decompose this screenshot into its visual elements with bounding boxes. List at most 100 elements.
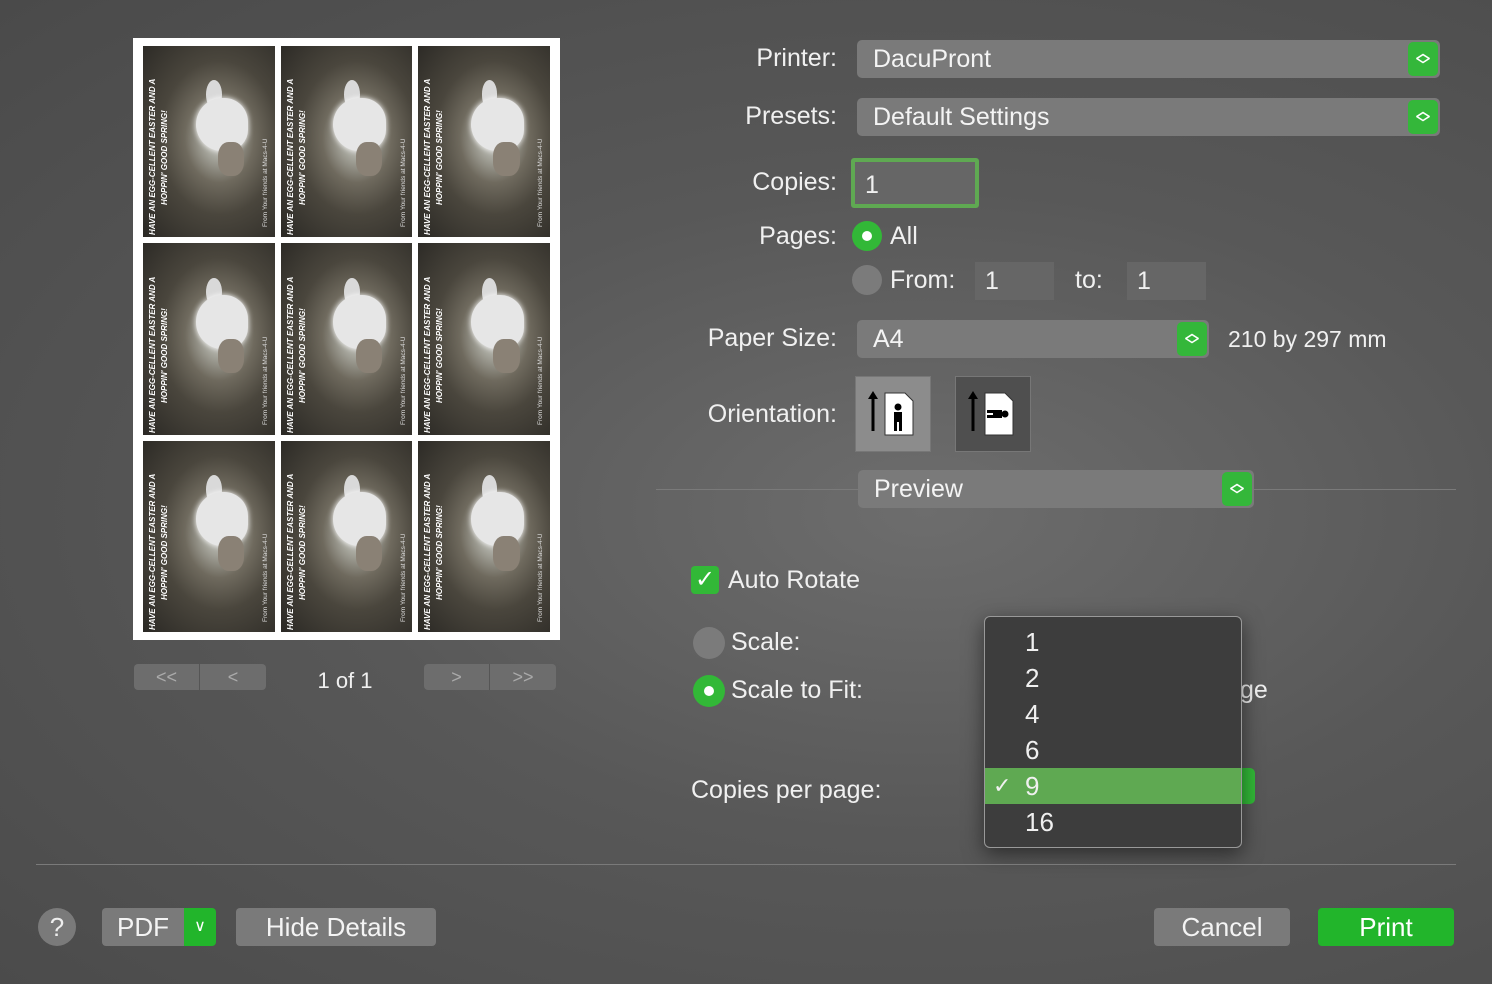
menu-item-6[interactable]: 6 bbox=[985, 732, 1241, 768]
paper-size-select[interactable]: A4 ︿ ﹀ bbox=[857, 320, 1209, 358]
pages-to-label: to: bbox=[1075, 266, 1103, 294]
pages-all-label: All bbox=[890, 222, 918, 250]
printer-select[interactable]: DacuPront ︿ ﹀ bbox=[857, 40, 1440, 78]
pages-from-input[interactable]: 1 bbox=[975, 262, 1054, 300]
auto-rotate-label: Auto Rotate bbox=[728, 566, 861, 594]
presets-label: Presets: bbox=[745, 102, 837, 130]
last-page-button[interactable]: >> bbox=[490, 664, 556, 690]
tile-text-sub: HOPPIN' GOOD SPRING! bbox=[435, 307, 445, 403]
pages-label: Pages: bbox=[759, 222, 837, 250]
menu-item-2[interactable]: 2 bbox=[985, 660, 1241, 696]
presets-select[interactable]: Default Settings ︿ ﹀ bbox=[857, 98, 1440, 136]
preview-nav-forward-group: > >> bbox=[424, 664, 556, 690]
preview-nav-back-group: << < bbox=[134, 664, 266, 690]
pages-to-input[interactable]: 1 bbox=[1127, 262, 1206, 300]
tile-text-sub: HOPPIN' GOOD SPRING! bbox=[160, 307, 169, 403]
page-indicator: 1 of 1 bbox=[317, 668, 373, 693]
landscape-icon bbox=[968, 391, 1014, 436]
menu-item-16[interactable]: 16 bbox=[985, 804, 1241, 840]
orientation-label: Orientation: bbox=[707, 400, 837, 428]
menu-item-1[interactable]: 1 bbox=[985, 624, 1241, 660]
tile-text-main: HAVE AN EGG-CELLENT EASTER AND A bbox=[148, 79, 157, 236]
scale-to-fit-label: Scale to Fit: bbox=[731, 676, 863, 704]
paper-size-label: Paper Size: bbox=[707, 324, 837, 352]
copies-input[interactable]: 1 bbox=[851, 158, 979, 208]
scale-to-fit-radio[interactable] bbox=[693, 675, 725, 707]
pages-from-label: From: bbox=[890, 266, 956, 294]
checkmark-icon: ✓ bbox=[993, 773, 1012, 798]
help-button[interactable]: ? bbox=[38, 908, 76, 946]
paper-dimensions: 210 by 297 mm bbox=[1228, 326, 1387, 352]
presets-select-stepper-icon: ︿ ﹀ bbox=[1408, 100, 1438, 134]
copies-per-page-label: Copies per page: bbox=[691, 776, 882, 804]
bunny-leg bbox=[355, 141, 383, 177]
bunny-leg bbox=[355, 338, 383, 374]
tile-text-main: HAVE AN EGG-CELLENT EASTER AND A bbox=[423, 276, 433, 433]
tile-text-credit: From Your friends at Macs-4-U bbox=[399, 533, 407, 622]
preview-sheet: HAVE AN EGG-CELLENT EASTER AND A HOPPIN' … bbox=[143, 46, 550, 632]
copies-per-page-menu: 1 2 4 6 ✓ 9 16 bbox=[984, 616, 1242, 848]
preview-tile: HAVE AN EGG-CELLENT EASTER AND A HOPPIN' … bbox=[280, 243, 413, 435]
bunny-leg bbox=[218, 141, 245, 177]
scale-radio[interactable] bbox=[693, 627, 725, 659]
bunny-leg bbox=[218, 536, 245, 571]
bunny-leg bbox=[493, 536, 520, 571]
menu-item-9-label: 9 bbox=[1025, 771, 1040, 801]
first-page-button[interactable]: << bbox=[134, 664, 200, 690]
auto-rotate-checkbox[interactable]: ✓ bbox=[691, 566, 719, 594]
printer-select-stepper-icon: ︿ ﹀ bbox=[1408, 42, 1438, 76]
printer-label: Printer: bbox=[756, 44, 837, 72]
tile-text-credit: From Your friends at Macs-4-U bbox=[399, 138, 407, 228]
tile-text-main: HAVE AN EGG-CELLENT EASTER AND A bbox=[285, 276, 295, 433]
preview-tile: HAVE AN EGG-CELLENT EASTER AND A HOPPIN' … bbox=[143, 46, 275, 238]
footer-divider bbox=[36, 864, 1456, 865]
menu-item-4[interactable]: 4 bbox=[985, 696, 1241, 732]
preview-tile: HAVE AN EGG-CELLENT EASTER AND A HOPPIN' … bbox=[280, 46, 413, 238]
preview-tile: HAVE AN EGG-CELLENT EASTER AND A HOPPIN' … bbox=[143, 440, 275, 632]
tile-text-main: HAVE AN EGG-CELLENT EASTER AND A bbox=[285, 473, 295, 630]
scale-label: Scale: bbox=[731, 628, 801, 656]
paper-size-stepper-icon: ︿ ﹀ bbox=[1177, 322, 1207, 356]
section-select[interactable]: Preview ︿ ﹀ bbox=[858, 470, 1254, 508]
print-button[interactable]: Print bbox=[1318, 908, 1454, 946]
tile-text-main: HAVE AN EGG-CELLENT EASTER AND A bbox=[148, 473, 157, 630]
page-preview: HAVE AN EGG-CELLENT EASTER AND A HOPPIN' … bbox=[133, 38, 560, 640]
bunny-leg bbox=[493, 338, 520, 374]
section-value: Preview bbox=[874, 475, 963, 503]
section-select-stepper-icon: ︿ ﹀ bbox=[1222, 472, 1252, 506]
previous-page-button[interactable]: < bbox=[200, 664, 266, 690]
preview-tile: HAVE AN EGG-CELLENT EASTER AND A HOPPIN' … bbox=[280, 440, 413, 632]
bunny-leg bbox=[493, 141, 520, 177]
preview-tile: HAVE AN EGG-CELLENT EASTER AND A HOPPIN' … bbox=[143, 243, 275, 435]
menu-item-9[interactable]: ✓ 9 bbox=[985, 768, 1241, 804]
bunny-leg bbox=[218, 338, 245, 374]
bunny-leg bbox=[355, 536, 383, 571]
orientation-portrait-button[interactable] bbox=[855, 376, 931, 452]
cancel-button[interactable]: Cancel bbox=[1154, 908, 1290, 946]
tile-text-sub: HOPPIN' GOOD SPRING! bbox=[297, 110, 307, 206]
tile-text-credit: From Your friends at Macs-4-U bbox=[537, 533, 545, 622]
tile-text-sub: HOPPIN' GOOD SPRING! bbox=[435, 110, 445, 206]
portrait-icon bbox=[868, 391, 914, 436]
tile-text-main: HAVE AN EGG-CELLENT EASTER AND A bbox=[423, 473, 433, 630]
tile-text-sub: HOPPIN' GOOD SPRING! bbox=[297, 505, 307, 600]
tile-text-main: HAVE AN EGG-CELLENT EASTER AND A bbox=[148, 276, 157, 433]
pdf-menu-chevron-down-icon[interactable]: ∨ bbox=[184, 908, 216, 946]
hide-details-button[interactable]: Hide Details bbox=[236, 908, 436, 946]
pages-range-radio[interactable] bbox=[852, 265, 882, 295]
tile-text-main: HAVE AN EGG-CELLENT EASTER AND A bbox=[423, 79, 433, 236]
preview-tile: HAVE AN EGG-CELLENT EASTER AND A HOPPIN' … bbox=[418, 440, 550, 632]
pages-all-radio[interactable] bbox=[852, 221, 882, 251]
scale-to-fit-partial-text: ge bbox=[1240, 676, 1268, 704]
tile-text-sub: HOPPIN' GOOD SPRING! bbox=[435, 505, 445, 600]
orientation-landscape-button[interactable] bbox=[955, 376, 1031, 452]
next-page-button[interactable]: > bbox=[424, 664, 490, 690]
tile-text-sub: HOPPIN' GOOD SPRING! bbox=[160, 110, 169, 206]
tile-text-sub: HOPPIN' GOOD SPRING! bbox=[297, 307, 307, 403]
preview-tile: HAVE AN EGG-CELLENT EASTER AND A HOPPIN' … bbox=[418, 46, 550, 238]
printer-value: DacuPront bbox=[873, 45, 992, 73]
tile-text-sub: HOPPIN' GOOD SPRING! bbox=[160, 505, 169, 600]
pdf-button[interactable]: PDF bbox=[102, 908, 184, 946]
tile-text-credit: From Your friends at Macs-4-U bbox=[262, 533, 269, 622]
tile-text-credit: From Your friends at Macs-4-U bbox=[399, 336, 407, 425]
